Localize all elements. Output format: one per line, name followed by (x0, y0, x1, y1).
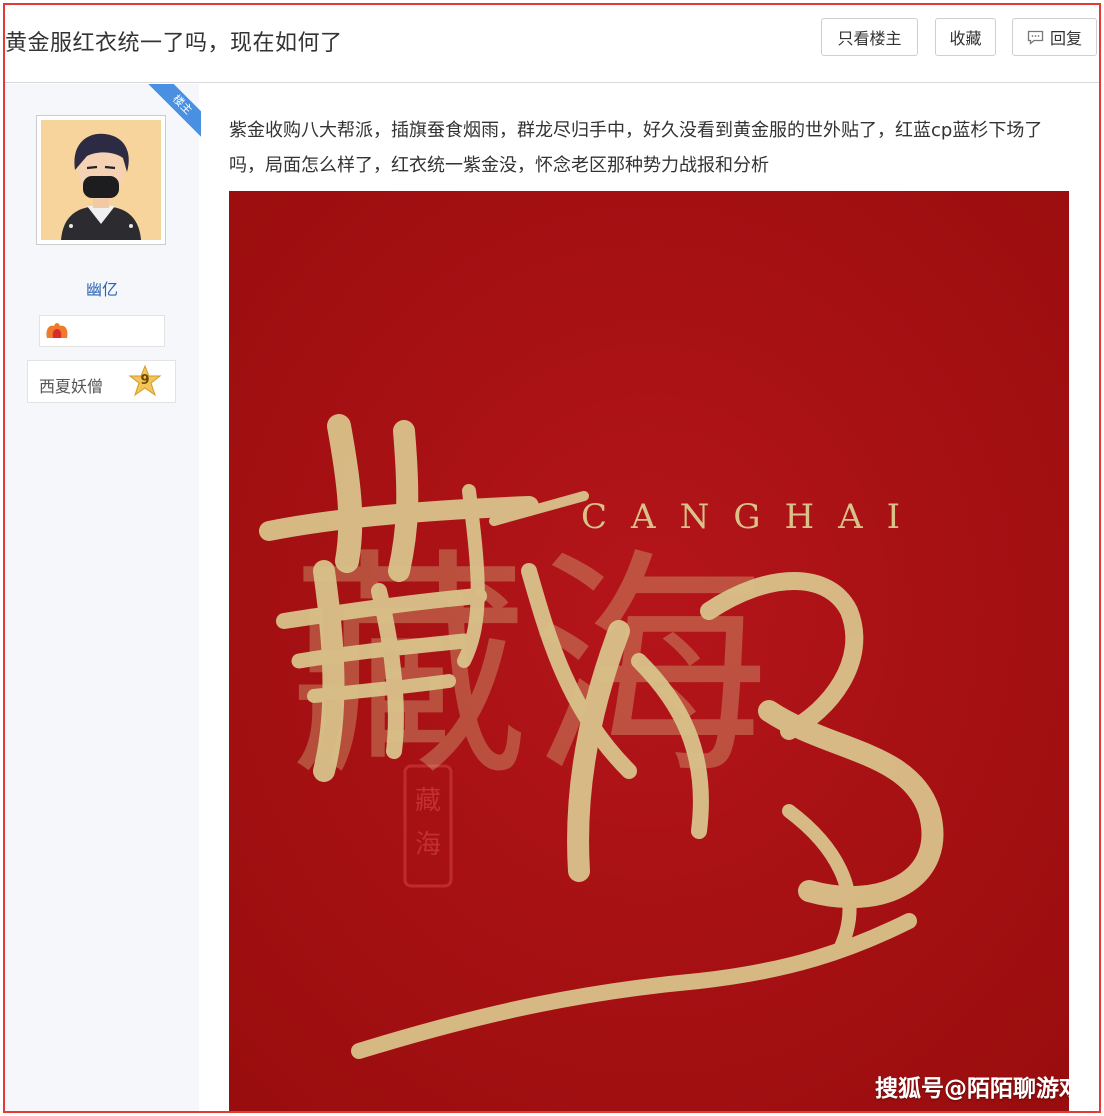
level-box: 西夏妖僧 9 (27, 360, 176, 403)
only-op-button[interactable]: 只看楼主 (821, 18, 918, 56)
image-calligraphy: 藏海 (289, 528, 769, 808)
comment-icon (1027, 30, 1044, 45)
image-watermark: 搜狐号@陌陌聊游戏 (875, 1076, 1069, 1102)
avatar (41, 120, 161, 240)
level-number: 9 (140, 373, 150, 388)
image-seal-char-2: 海 (415, 830, 441, 860)
level-title: 西夏妖僧 (39, 377, 104, 396)
thread-header: 黄金服红衣统一了吗，现在如何了 只看楼主 收藏 回复 (5, 5, 1099, 83)
author-name[interactable]: 幽亿 (5, 276, 199, 300)
post-text: 紫金收购八大帮派，插旗蚕食烟雨，群龙尽归手中，好久没看到黄金服的世外贴了，红蓝c… (229, 120, 1043, 176)
favorite-label: 收藏 (949, 29, 982, 48)
favorite-button[interactable]: 收藏 (935, 18, 996, 56)
post-image[interactable]: 藏 海 CANGHAI 藏海 搜狐号@陌陌聊游戏 (229, 191, 1069, 1111)
author-sidebar: 楼主 幽亿 西夏妖僧 9 (5, 84, 201, 1111)
reply-label: 回复 (1049, 29, 1082, 48)
only-op-label: 只看楼主 (837, 29, 902, 48)
avatar-frame[interactable] (36, 115, 166, 245)
post-frame: 黄金服红衣统一了吗，现在如何了 只看楼主 收藏 回复 楼主 幽亿 西夏妖僧 9 … (3, 3, 1101, 1113)
post-content: 紫金收购八大帮派，插旗蚕食烟雨，群龙尽归手中，好久没看到黄金服的世外贴了，红蓝c… (229, 113, 1089, 1111)
medal-box (39, 315, 165, 347)
reply-button[interactable]: 回复 (1012, 18, 1097, 56)
thread-title: 黄金服红衣统一了吗，现在如何了 (5, 31, 343, 56)
medal-icon (44, 323, 70, 344)
